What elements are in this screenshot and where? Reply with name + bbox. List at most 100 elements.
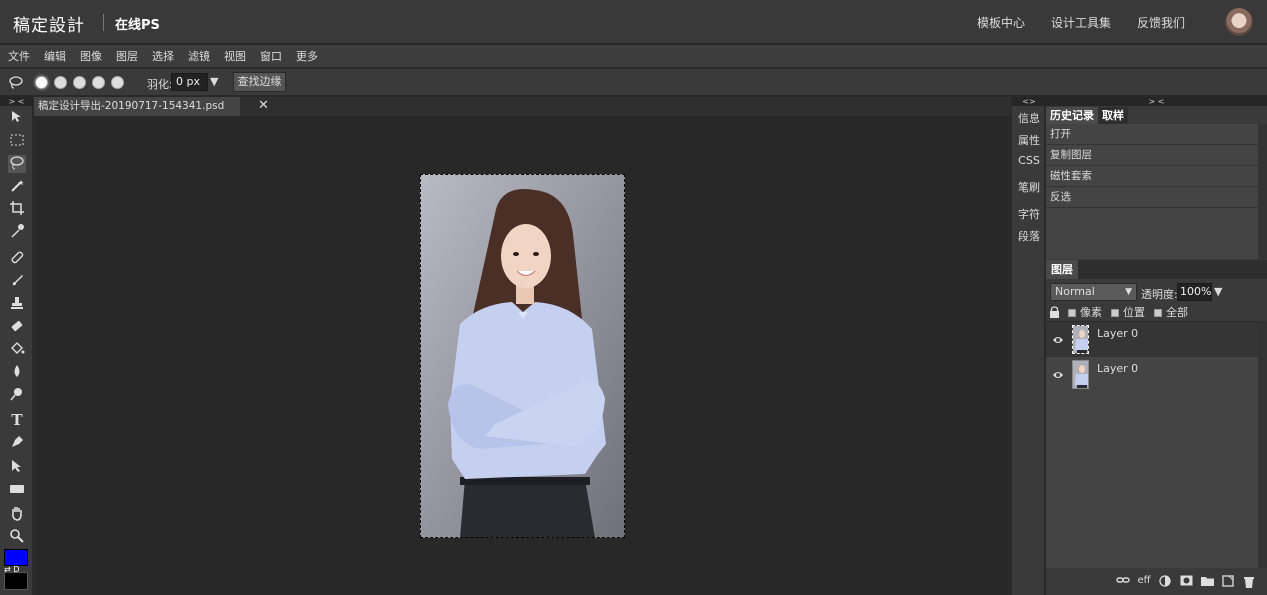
lasso-tool-icon[interactable] bbox=[9, 76, 23, 89]
tab-character[interactable]: 字符 bbox=[1012, 206, 1046, 222]
brush-tool-icon[interactable] bbox=[8, 272, 26, 290]
layer-name: Layer 0 bbox=[1097, 327, 1139, 340]
tab-brush[interactable]: 笔刷 bbox=[1012, 179, 1046, 195]
close-icon[interactable]: ✕ bbox=[258, 98, 269, 113]
user-avatar[interactable] bbox=[1225, 8, 1253, 36]
folder-icon[interactable] bbox=[1200, 575, 1214, 587]
zoom-tool-icon[interactable] bbox=[8, 528, 26, 546]
subtract-selection-icon[interactable] bbox=[73, 76, 86, 89]
feedback-link[interactable]: 反馈我们 bbox=[1137, 14, 1185, 31]
side-tabs-collapse-toggle[interactable]: <> bbox=[1012, 97, 1046, 106]
tools-panel: > < T ⇄ D bbox=[0, 97, 33, 595]
eyedropper-icon[interactable] bbox=[8, 223, 26, 241]
eye-icon[interactable] bbox=[1052, 370, 1064, 380]
history-item[interactable]: 磁性套索 bbox=[1046, 166, 1258, 187]
shape-tool-icon[interactable] bbox=[8, 481, 26, 499]
intersect-selection-icon[interactable] bbox=[92, 76, 105, 89]
tab-properties[interactable]: 属性 bbox=[1012, 132, 1046, 148]
foreground-color-swatch[interactable] bbox=[4, 549, 28, 566]
lock-pixels-checkbox[interactable] bbox=[1068, 309, 1076, 317]
effects-icon[interactable]: eff bbox=[1137, 575, 1151, 587]
path-select-icon[interactable] bbox=[8, 458, 26, 476]
lock-all-option[interactable]: 全部 bbox=[1154, 304, 1188, 320]
design-tools-link[interactable]: 设计工具集 bbox=[1051, 14, 1111, 31]
menu-file[interactable]: 文件 bbox=[8, 48, 30, 64]
history-tabs: 历史记录 取样 bbox=[1046, 107, 1128, 124]
opacity-input[interactable]: 100% bbox=[1177, 283, 1212, 301]
tab-history[interactable]: 历史记录 bbox=[1046, 107, 1098, 124]
lock-position-checkbox[interactable] bbox=[1111, 309, 1119, 317]
right-panel-collapse-toggle[interactable]: > < bbox=[1046, 97, 1267, 106]
hand-tool-icon[interactable] bbox=[8, 505, 26, 523]
menu-layer[interactable]: 图层 bbox=[116, 48, 138, 64]
history-item[interactable]: 打开 bbox=[1046, 124, 1258, 145]
lock-pixels-option[interactable]: 像素 bbox=[1068, 304, 1102, 320]
layers-scrollbar[interactable] bbox=[1258, 321, 1267, 568]
menu-view[interactable]: 视图 bbox=[224, 48, 246, 64]
feather-input[interactable]: 0 px bbox=[171, 73, 208, 91]
feather-dropdown-icon[interactable]: ▼ bbox=[210, 75, 218, 88]
eye-icon[interactable] bbox=[1052, 335, 1064, 345]
blur-tool-icon[interactable] bbox=[8, 363, 26, 381]
lasso-tool-icon[interactable] bbox=[8, 155, 26, 173]
right-panel: > < 历史记录 取样 打开 复制图层 磁性套索 反选 图层 Normal ▼ … bbox=[1046, 97, 1267, 595]
refine-edge-button[interactable]: 查找边缘 bbox=[233, 72, 286, 92]
lock-pixels-label: 像素 bbox=[1080, 306, 1102, 319]
menu-image[interactable]: 图像 bbox=[80, 48, 102, 64]
history-item[interactable]: 反选 bbox=[1046, 187, 1258, 208]
healing-brush-icon[interactable] bbox=[8, 249, 26, 267]
menu-window[interactable]: 窗口 bbox=[260, 48, 282, 64]
dodge-tool-icon[interactable] bbox=[8, 386, 26, 404]
history-item[interactable]: 复制图层 bbox=[1046, 145, 1258, 166]
layer-actions: eff bbox=[1116, 575, 1256, 588]
adjustment-icon[interactable] bbox=[1158, 575, 1172, 587]
document-image[interactable] bbox=[420, 174, 625, 538]
tab-info[interactable]: 信息 bbox=[1012, 110, 1046, 126]
layers-list: Layer 0 Layer 0 bbox=[1046, 321, 1258, 568]
new-selection-icon[interactable] bbox=[35, 76, 48, 89]
menu-filter[interactable]: 滤镜 bbox=[188, 48, 210, 64]
mask-icon[interactable] bbox=[1179, 575, 1193, 587]
layers-title[interactable]: 图层 bbox=[1046, 260, 1078, 279]
blend-mode-value: Normal bbox=[1055, 285, 1095, 298]
brand-logo[interactable]: 稿定設計 bbox=[13, 11, 85, 36]
menu-edit[interactable]: 编辑 bbox=[44, 48, 66, 64]
document-tab[interactable]: 稿定设计导出-20190717-154341.psd bbox=[34, 97, 240, 116]
opacity-dropdown-icon[interactable]: ▼ bbox=[1214, 285, 1222, 298]
menu-select[interactable]: 选择 bbox=[152, 48, 174, 64]
tools-collapse-toggle[interactable]: > < bbox=[0, 97, 33, 106]
logo-divider bbox=[103, 14, 104, 31]
crop-tool-icon[interactable] bbox=[8, 200, 26, 218]
magic-wand-icon[interactable] bbox=[8, 178, 26, 196]
exclude-selection-icon[interactable] bbox=[111, 76, 124, 89]
product-name: 在线PS bbox=[115, 18, 160, 33]
lock-all-checkbox[interactable] bbox=[1154, 309, 1162, 317]
add-selection-icon[interactable] bbox=[54, 76, 67, 89]
trash-icon[interactable] bbox=[1242, 575, 1256, 588]
background-color-swatch[interactable] bbox=[4, 572, 28, 590]
side-tabs-panel: <> 信息 属性 CSS 笔刷 字符 段落 bbox=[1011, 97, 1046, 595]
blend-mode-select[interactable]: Normal ▼ bbox=[1050, 283, 1137, 301]
tab-css[interactable]: CSS bbox=[1012, 154, 1046, 167]
layers-header: 图层 bbox=[1046, 260, 1267, 279]
tab-paragraph[interactable]: 段落 bbox=[1012, 228, 1046, 244]
lock-icon bbox=[1050, 306, 1059, 318]
type-tool-icon[interactable]: T bbox=[8, 411, 26, 429]
marquee-tool-icon[interactable] bbox=[8, 132, 26, 150]
layer-row[interactable]: Layer 0 bbox=[1046, 357, 1258, 392]
new-layer-icon[interactable] bbox=[1221, 575, 1235, 587]
link-icon[interactable] bbox=[1116, 575, 1130, 587]
lock-position-option[interactable]: 位置 bbox=[1111, 304, 1145, 320]
move-tool-icon[interactable] bbox=[8, 109, 26, 127]
top-bar: 稿定設計 在线PS 模板中心 设计工具集 反馈我们 bbox=[0, 0, 1267, 44]
history-scrollbar[interactable] bbox=[1258, 124, 1267, 259]
tab-samples[interactable]: 取样 bbox=[1098, 107, 1128, 124]
pen-tool-icon[interactable] bbox=[8, 434, 26, 452]
eraser-tool-icon[interactable] bbox=[8, 318, 26, 336]
clone-stamp-icon[interactable] bbox=[8, 295, 26, 313]
lock-options: 像素 位置 全部 bbox=[1049, 304, 1197, 320]
layer-row[interactable]: Layer 0 bbox=[1046, 322, 1258, 357]
paint-bucket-icon[interactable] bbox=[8, 341, 26, 359]
template-center-link[interactable]: 模板中心 bbox=[977, 14, 1025, 31]
menu-more[interactable]: 更多 bbox=[296, 48, 318, 64]
